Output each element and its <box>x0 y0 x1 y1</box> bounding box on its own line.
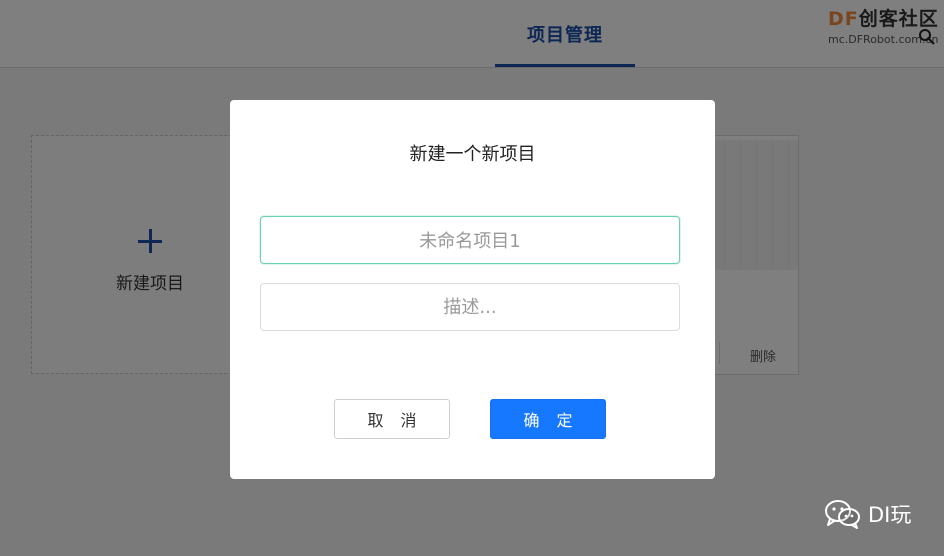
new-project-dialog: 新建一个新项目 取 消 确 定 <box>230 100 715 479</box>
watermark-text: DI玩 <box>868 503 912 527</box>
project-description-input[interactable] <box>260 283 680 331</box>
project-name-input[interactable] <box>260 216 680 264</box>
confirm-button[interactable]: 确 定 <box>490 399 606 439</box>
wechat-icon <box>825 500 860 529</box>
watermark: DI玩 <box>824 498 911 530</box>
cancel-button[interactable]: 取 消 <box>334 399 450 439</box>
dialog-title: 新建一个新项目 <box>409 144 536 165</box>
